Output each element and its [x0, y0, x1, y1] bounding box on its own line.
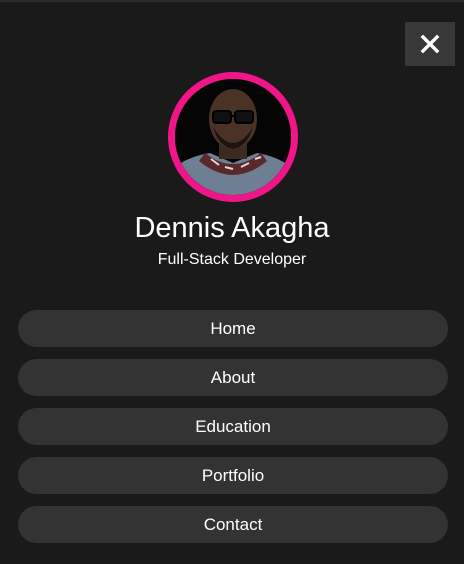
profile-name: Dennis Akagha	[134, 212, 330, 244]
nav-item-home[interactable]: Home	[18, 310, 448, 347]
nav-item-education[interactable]: Education	[18, 408, 448, 445]
nav-item-contact[interactable]: Contact	[18, 506, 448, 543]
close-icon	[420, 34, 440, 54]
avatar	[168, 72, 298, 202]
mobile-nav-panel: Dennis Akagha Full-Stack Developer Home …	[0, 0, 464, 564]
profile-role: Full-Stack Developer	[157, 251, 307, 268]
nav-item-portfolio[interactable]: Portfolio	[18, 457, 448, 494]
main-nav: Home About Education Portfolio Contact	[18, 310, 448, 555]
close-button[interactable]	[405, 22, 455, 66]
profile-photo	[175, 79, 291, 195]
nav-item-about[interactable]: About	[18, 359, 448, 396]
